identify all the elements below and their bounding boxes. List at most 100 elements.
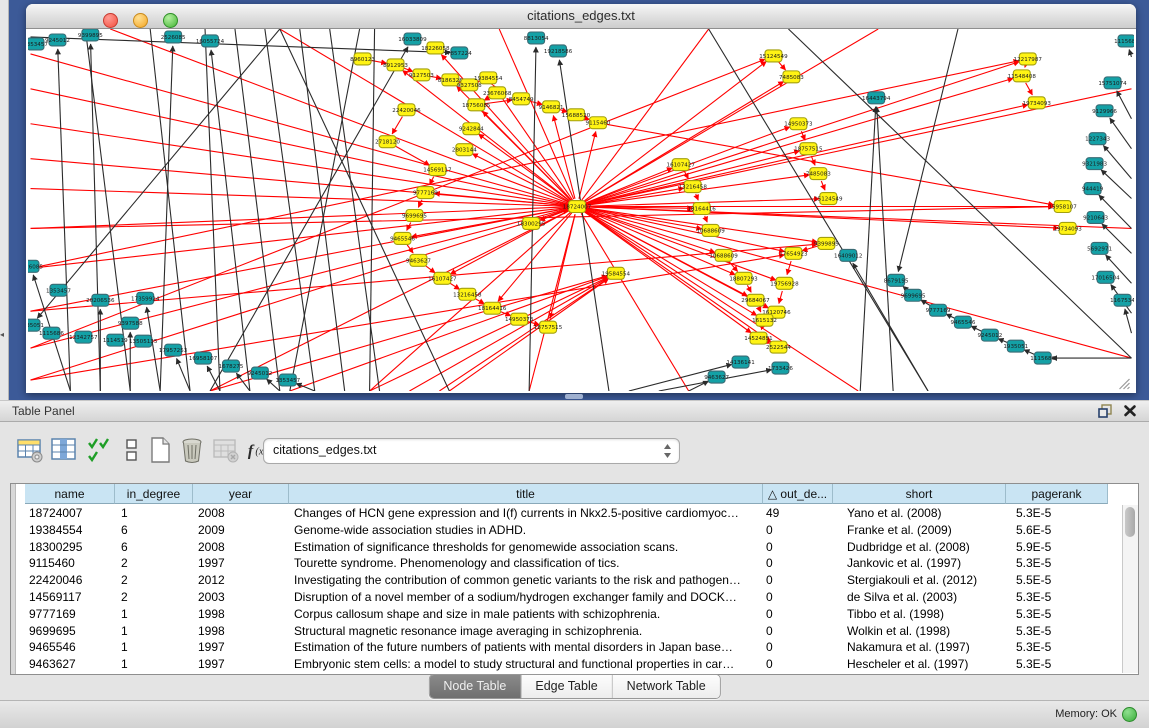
table-cell[interactable]: Changes of HCN gene expression and I(f) … — [294, 506, 761, 520]
table-cell[interactable]: Franke et al. (2009) — [847, 523, 1004, 537]
graph-edge[interactable] — [31, 189, 570, 207]
graph-edge[interactable] — [860, 107, 875, 391]
table-cell[interactable]: Genome-wide association studies in ADHD. — [294, 523, 761, 537]
select-all-icon[interactable] — [86, 436, 114, 464]
graph-node[interactable]: 18756085 — [462, 99, 491, 111]
graph-node[interactable]: 17016504 — [1091, 271, 1120, 283]
table-cell[interactable]: 0 — [766, 540, 831, 554]
table-cell[interactable]: 18300295 — [29, 540, 113, 554]
table-cell[interactable]: 2 — [121, 573, 191, 587]
graph-node[interactable]: 12342757 — [69, 331, 98, 343]
graph-node[interactable]: 1227343 — [1085, 133, 1110, 145]
graph-node[interactable]: 9463627 — [704, 371, 729, 383]
table-cell[interactable]: 0 — [766, 556, 831, 570]
graph-edge[interactable] — [31, 124, 570, 206]
graph-edge[interactable] — [579, 131, 596, 198]
graph-edge[interactable] — [705, 216, 708, 222]
graph-edge[interactable] — [1099, 195, 1132, 228]
graph-node[interactable]: 16055724 — [196, 35, 225, 47]
graph-node[interactable]: 12217987 — [1014, 53, 1043, 65]
column-header-year[interactable]: year — [193, 484, 289, 504]
graph-edge[interactable] — [971, 326, 983, 332]
show-columns-icon[interactable] — [50, 436, 78, 464]
table-mode-icon[interactable] — [16, 436, 44, 464]
graph-edge[interactable] — [1026, 83, 1033, 95]
table-select-dropdown[interactable]: citations_edges.txt — [263, 438, 680, 464]
table-cell[interactable]: 0 — [766, 590, 831, 604]
graph-node[interactable]: 19734093 — [1053, 222, 1082, 234]
row-height-icon[interactable] — [118, 436, 146, 464]
graph-node[interactable]: 9115460 — [586, 117, 611, 129]
graph-edge[interactable] — [472, 154, 570, 203]
table-row[interactable]: 2242004622012Investigating the contribut… — [15, 572, 1109, 589]
network-view-window[interactable]: citations_edges.txt 18724007182260588960… — [26, 4, 1136, 393]
scrollbar-thumb[interactable] — [1125, 507, 1135, 537]
graph-edge[interactable] — [585, 188, 684, 205]
table-cell[interactable]: Jankovic et al. (1997) — [847, 556, 1004, 570]
graph-node[interactable]: 9245012 — [45, 34, 70, 46]
table-row[interactable]: 946362711997Embryonic stem cells: a mode… — [15, 656, 1109, 673]
graph-edge[interactable] — [407, 223, 411, 231]
graph-edge[interactable] — [31, 255, 785, 380]
close-icon[interactable] — [1123, 403, 1137, 418]
graph-edge[interactable] — [811, 156, 815, 165]
graph-node[interactable]: 1935051 — [28, 319, 44, 331]
table-cell[interactable]: 49 — [766, 506, 831, 520]
graph-node[interactable]: 18757515 — [534, 321, 563, 333]
table-cell[interactable]: de Silva et al. (2003) — [847, 590, 1004, 604]
table-cell[interactable]: 6 — [121, 540, 191, 554]
graph-edge[interactable] — [761, 328, 762, 330]
graph-node[interactable]: 1353457 — [46, 284, 71, 296]
graph-edge[interactable] — [110, 29, 569, 204]
graph-node[interactable]: 16107427 — [428, 272, 457, 284]
table-cell[interactable]: 9463627 — [29, 657, 113, 671]
table-cell[interactable]: Dudbridge et al. (2008) — [847, 540, 1004, 554]
table-cell[interactable]: 5.3E-5 — [1016, 657, 1106, 671]
table-cell[interactable]: 0 — [766, 640, 831, 654]
graph-node[interactable]: 14136141 — [726, 356, 755, 368]
graph-edge[interactable] — [31, 207, 570, 229]
table-cell[interactable]: 0 — [766, 523, 831, 537]
graph-node[interactable]: 9146821 — [539, 101, 564, 113]
table-cell[interactable]: 1 — [121, 607, 191, 621]
graph-edge[interactable] — [205, 29, 220, 391]
table-cell[interactable]: Wolkin et al. (1998) — [847, 624, 1004, 638]
graph-node[interactable]: 9127503 — [409, 69, 434, 81]
table-cell[interactable]: 0 — [766, 573, 831, 587]
table-cell[interactable]: 1997 — [198, 640, 287, 654]
column-header-name[interactable]: name — [25, 484, 115, 504]
table-cell[interactable]: 1 — [121, 640, 191, 654]
graph-node[interactable]: 9699695 — [901, 289, 926, 301]
table-cell[interactable]: 9465546 — [29, 640, 113, 654]
network-graph[interactable]: 1872400718226058896012389129539127503818… — [28, 29, 1134, 391]
collapse-arrow-icon[interactable]: ◂ — [0, 330, 4, 339]
table-cell[interactable]: Estimation of significance thresholds fo… — [294, 540, 761, 554]
graph-node[interactable]: 8960123 — [350, 53, 375, 65]
graph-node[interactable]: 2526085 — [28, 260, 43, 272]
graph-node[interactable]: 1167534 — [1110, 294, 1134, 306]
table-cell[interactable]: Tibbo et al. (1998) — [847, 607, 1004, 621]
graph-node[interactable]: 1115686 — [1114, 35, 1134, 47]
graph-node[interactable]: 5692971 — [1087, 242, 1112, 254]
table-cell[interactable]: 5.3E-5 — [1016, 590, 1106, 604]
graph-edge[interactable] — [37, 29, 280, 318]
table-cell[interactable]: 22420046 — [29, 573, 113, 587]
graph-edge[interactable] — [409, 278, 608, 391]
graph-node[interactable]: 19218586 — [544, 45, 573, 57]
table-cell[interactable]: Hescheler et al. (1997) — [847, 657, 1004, 671]
graph-node[interactable]: 1733426 — [768, 362, 793, 374]
column-header-in-degree[interactable]: in_degree — [115, 484, 193, 504]
graph-edge[interactable] — [1117, 91, 1132, 119]
graph-edge[interactable] — [280, 29, 570, 202]
graph-edge[interactable] — [150, 29, 190, 391]
graph-node[interactable]: 16033809 — [398, 33, 427, 45]
graph-edge[interactable] — [747, 285, 751, 292]
table-cell[interactable]: 9115460 — [29, 556, 113, 570]
graph-node[interactable]: 15124549 — [814, 193, 843, 205]
column-header-out-de-[interactable]: △ out_de... — [763, 484, 833, 504]
table-cell[interactable]: 2009 — [198, 523, 287, 537]
table-row[interactable]: 1938455462009Genome-wide association stu… — [15, 522, 1109, 539]
graph-node[interactable]: 8813054 — [524, 32, 549, 44]
table-cell[interactable]: 2008 — [198, 506, 287, 520]
graph-edge[interactable] — [898, 29, 958, 272]
